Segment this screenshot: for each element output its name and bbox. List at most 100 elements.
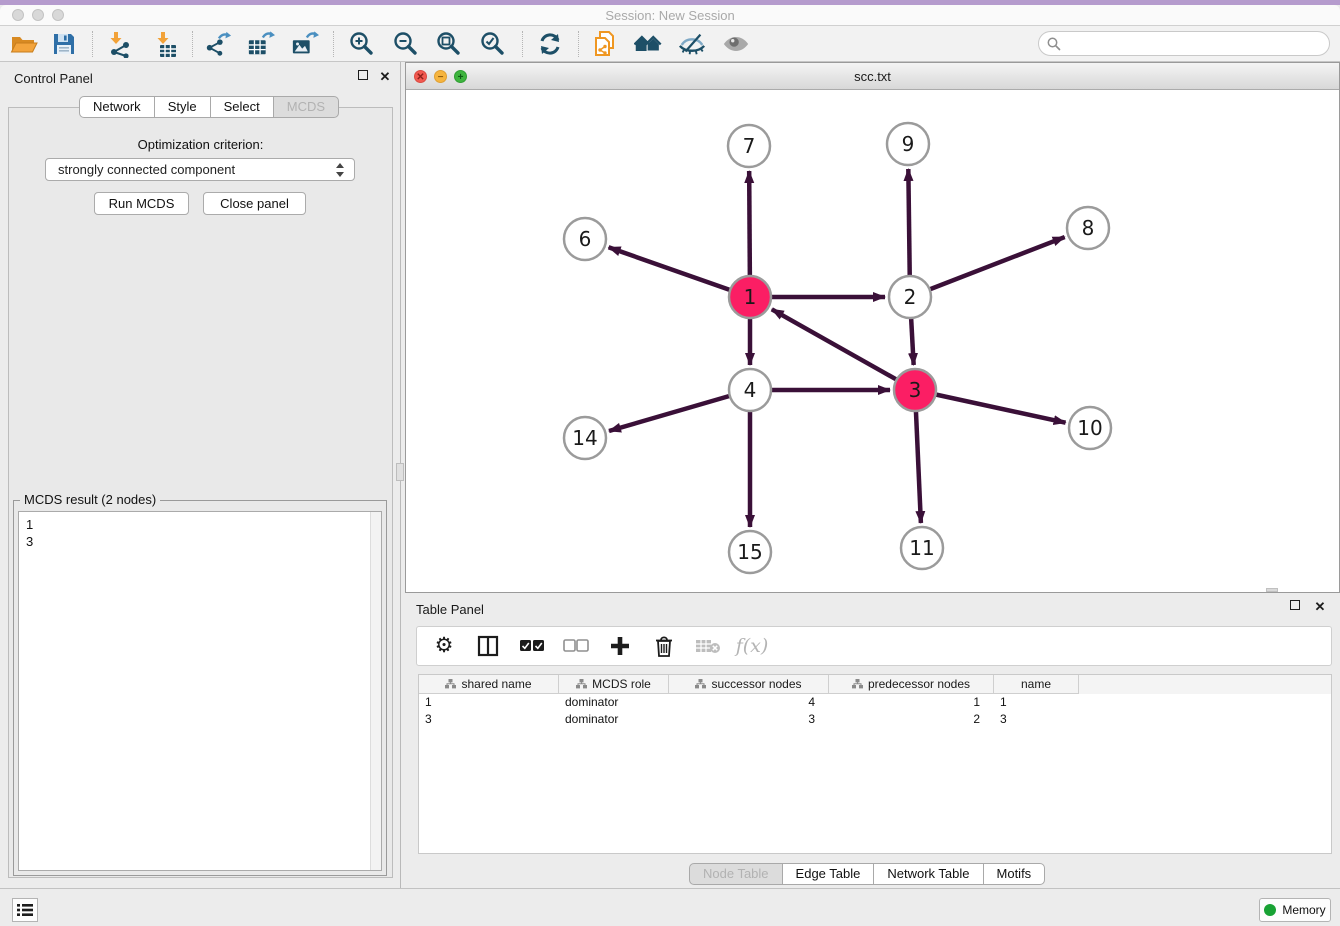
canvas-splitter-grip[interactable] [1266,588,1278,592]
search-field[interactable] [1038,31,1330,56]
cell-name[interactable]: 3 [994,711,1079,728]
graph-node-9[interactable]: 9 [887,123,929,165]
table-header-row: shared name MCDS role successor nodes pr… [419,675,1331,694]
tab-node-table[interactable]: Node Table [689,863,783,885]
svg-text:4: 4 [744,378,757,402]
two-houses-icon [634,31,662,57]
run-mcds-button[interactable]: Run MCDS [94,192,189,215]
cell-successor-nodes[interactable]: 4 [669,694,829,711]
function-builder-button[interactable]: f(x) [737,632,767,660]
import-table-button[interactable] [152,30,180,58]
column-type-icon [445,679,456,689]
delete-table-button[interactable] [693,632,723,660]
control-panel-close-icon[interactable]: ✕ [378,70,392,84]
tab-edge-table[interactable]: Edge Table [782,863,875,885]
column-header-mcds-role[interactable]: MCDS role [559,675,669,694]
mcds-result-box[interactable]: 1 3 [18,511,382,871]
select-all-button[interactable] [517,632,547,660]
first-neighbors-button[interactable] [634,30,662,58]
graph-node-10[interactable]: 10 [1069,407,1111,449]
delete-row-button[interactable] [649,632,679,660]
cell-shared-name[interactable]: 3 [419,711,559,728]
graph-node-7[interactable]: 7 [728,125,770,167]
table-row[interactable]: 1 dominator 4 1 1 [419,694,1331,711]
cell-name[interactable]: 1 [994,694,1079,711]
table-panel-float-icon[interactable] [1290,600,1300,610]
tab-network-table[interactable]: Network Table [873,863,983,885]
table-panel-close-icon[interactable]: ✕ [1313,600,1327,614]
tab-mcds[interactable]: MCDS [273,96,339,118]
search-icon [1047,37,1061,51]
close-panel-button[interactable]: Close panel [203,192,306,215]
memory-button[interactable]: Memory [1259,898,1331,922]
column-header-shared-name[interactable]: shared name [419,675,559,694]
export-table-button[interactable] [247,30,275,58]
column-label: shared name [461,677,531,691]
graph-edge-3-1[interactable] [772,309,915,390]
tab-motifs[interactable]: Motifs [983,863,1046,885]
refresh-layout-button[interactable] [536,30,564,58]
graph-node-11[interactable]: 11 [901,527,943,569]
zoom-out-icon [393,31,419,57]
column-header-successor-nodes[interactable]: successor nodes [669,675,829,694]
graph-node-15[interactable]: 15 [729,531,771,573]
zoom-fit-button[interactable] [435,30,463,58]
open-session-button[interactable] [10,30,38,58]
network-window-title: scc.txt [406,69,1339,84]
show-panels-button[interactable] [12,898,38,922]
network-canvas[interactable]: 7 9 6 8 1 2 4 3 14 10 15 11 [406,90,1339,592]
cell-predecessor-nodes[interactable]: 1 [829,694,994,711]
graph-node-4[interactable]: 4 [729,369,771,411]
save-session-button[interactable] [50,30,78,58]
network-window-titlebar[interactable]: ✕ − + scc.txt [406,63,1339,90]
network-view-window: ✕ − + scc.txt 7 9 6 8 1 2 4 3 14 10 15 11 [405,62,1340,593]
show-all-button[interactable] [722,30,750,58]
eye-slash-icon [678,32,706,56]
column-label: predecessor nodes [868,677,970,691]
status-bar: Memory [0,888,1340,926]
tab-style[interactable]: Style [154,96,211,118]
tab-select[interactable]: Select [210,96,274,118]
column-header-name[interactable]: name [994,675,1079,694]
zoom-selected-button[interactable] [479,30,507,58]
panel-splitter-grip[interactable] [396,463,404,481]
add-row-button[interactable] [605,632,635,660]
hide-selected-button[interactable] [678,30,706,58]
table-row[interactable]: 3 dominator 3 2 3 [419,711,1331,728]
svg-text:14: 14 [572,426,597,450]
optimization-criterion-select[interactable]: strongly connected component [45,158,355,181]
new-network-from-selection-button[interactable] [591,30,619,58]
toolbar-separator [578,31,579,57]
search-input[interactable] [1065,34,1329,54]
cell-mcds-role[interactable]: dominator [559,711,669,728]
result-scrollbar[interactable] [370,512,381,870]
graph-edge-3-10[interactable] [915,390,1066,423]
import-network-button[interactable] [106,30,134,58]
graph-node-3[interactable]: 3 [894,369,936,411]
graph-edge-1-6[interactable] [609,247,750,297]
graph-node-14[interactable]: 14 [564,417,606,459]
network-graph: 7 9 6 8 1 2 4 3 14 10 15 11 [406,90,1339,592]
import-network-icon [106,30,134,58]
table-settings-button[interactable]: ⚙ [429,632,459,660]
tab-network[interactable]: Network [79,96,155,118]
cell-mcds-role[interactable]: dominator [559,694,669,711]
export-image-button[interactable] [291,30,319,58]
graph-node-8[interactable]: 8 [1067,207,1109,249]
node-table: shared name MCDS role successor nodes pr… [418,674,1332,854]
graph-edge-2-8[interactable] [910,237,1065,297]
control-panel-float-icon[interactable] [358,70,368,80]
mcds-result-group: MCDS result (2 nodes) 1 3 [13,500,387,876]
deselect-all-button[interactable] [561,632,591,660]
column-layout-button[interactable] [473,632,503,660]
column-header-predecessor-nodes[interactable]: predecessor nodes [829,675,994,694]
export-network-button[interactable] [204,30,232,58]
zoom-out-button[interactable] [392,30,420,58]
cell-successor-nodes[interactable]: 3 [669,711,829,728]
cell-shared-name[interactable]: 1 [419,694,559,711]
graph-node-2[interactable]: 2 [889,276,931,318]
graph-node-6[interactable]: 6 [564,218,606,260]
graph-node-1[interactable]: 1 [729,276,771,318]
cell-predecessor-nodes[interactable]: 2 [829,711,994,728]
zoom-in-button[interactable] [348,30,376,58]
